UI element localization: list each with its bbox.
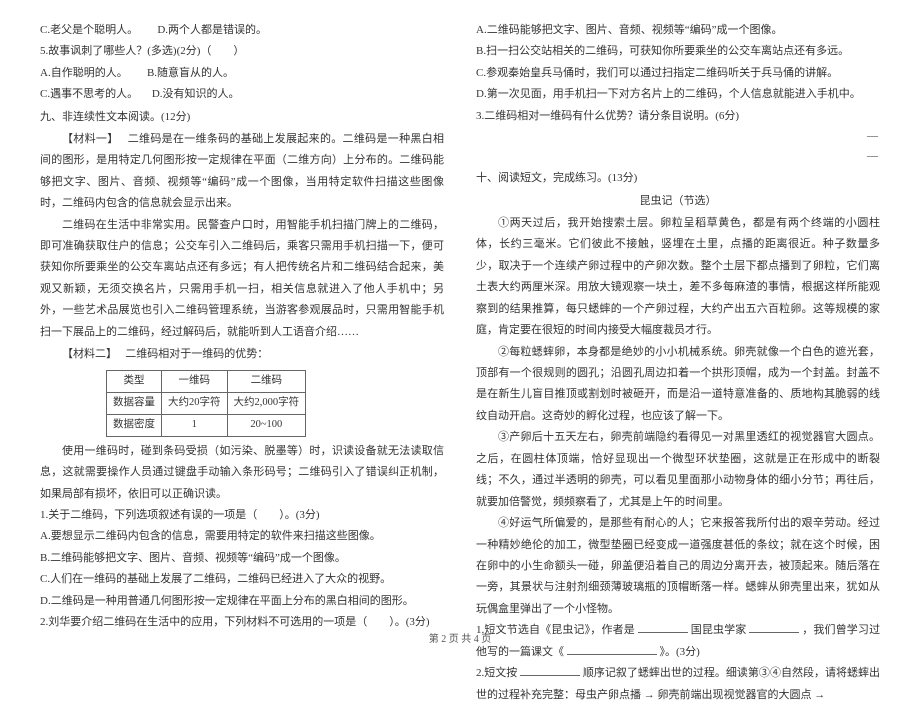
table-row: 数据容量 大约20字符 大约2,000字符 — [107, 393, 306, 415]
section-9-title: 九、非连续性文本阅读。(12分) — [40, 106, 444, 129]
th-1d: 一维码 — [162, 371, 228, 393]
passage-p1: ①两天过后，我开始搜索土层。卵粒呈稻草黄色，都是有两个终端的小圆柱体，长约三毫米… — [476, 213, 880, 342]
answer-line-1: — — [476, 127, 880, 147]
q9-1a: A.要想显示二维码内包含的信息，需要用特定的软件来扫描这些图像。 — [40, 526, 444, 547]
q9-3-stem: 3.二维码相对一维码有什么优势？请分条目说明。(6分) — [476, 106, 880, 127]
td-capacity-2d: 大约2,000字符 — [227, 393, 306, 415]
blank-lesson-title[interactable] — [567, 644, 657, 654]
passage-p2: ②每粒蟋蟀卵，本身都是绝妙的小小机械系统。卵壳就像一个白色的遮光套，顶部有一个很… — [476, 342, 880, 428]
q9-2b: B.扫一扫公交站相关的二维码，可获知你所要乘坐的公交车离站点还有多远。 — [476, 41, 880, 62]
td-density-label: 数据密度 — [107, 414, 162, 436]
q9-1c: C.人们在一维码的基础上发展了二维码，二维码已经进入了大众的视野。 — [40, 569, 444, 590]
right-column: A.二维码能够把文字、图片、音频、视频等“编码”成一个图像。 B.扫一扫公交站相… — [476, 20, 880, 706]
q5-stem: 5.故事讽刺了哪些人？(多选)(2分)（ ） — [40, 41, 444, 62]
q5d: D.没有知识的人。 — [152, 88, 240, 100]
page-footer: 第 2 页 共 4 页 — [0, 630, 920, 645]
left-column: C.老父是个聪明人。 D.两个人都是错误的。 5.故事讽刺了哪些人？(多选)(2… — [40, 20, 444, 706]
material-2-label: 【材料二】 — [62, 348, 117, 360]
q9-2c: C.参观秦始皇兵马俑时，我们可以通过扫指定二维码听关于兵马俑的讲解。 — [476, 63, 880, 84]
material-2-txt: 二维码相对于一维码的优势： — [125, 348, 268, 360]
material-1-p2: 二维码在生活中非常实用。民警查户口时，用智能手机扫描门牌上的二维码，即可准确获取… — [40, 215, 444, 344]
q5-row-ab: A.自作聪明的人。 B.随意盲从的人。 — [40, 63, 444, 84]
q5c: C.遇事不思考的人。 — [40, 88, 138, 100]
th-2d: 二维码 — [227, 371, 306, 393]
td-density-2d: 20~100 — [227, 414, 306, 436]
q10-2: 2.短文按 顺序记叙了蟋蟀出世的过程。细读第③④自然段，请将蟋蟀出世的过程补充完… — [476, 663, 880, 706]
td-density-1d: 1 — [162, 414, 228, 436]
passage-title: 昆虫记（节选） — [476, 190, 880, 213]
q5b: B.随意盲从的人。 — [147, 67, 234, 79]
answer-line-2: — — [476, 147, 880, 167]
q9-1-stem: 1.关于二维码，下列选项叙述有误的一项是（ ）。(3分) — [40, 505, 444, 526]
td-capacity-label: 数据容量 — [107, 393, 162, 415]
blank-order[interactable] — [520, 666, 580, 676]
passage-p3: ③产卵后十五天左右，卵壳前端隐约看得见一对黑里透红的视觉器官大圆点。之后，在圆柱… — [476, 427, 880, 513]
q10-1d: 》。(3分) — [660, 646, 700, 658]
table-row: 数据密度 1 20~100 — [107, 414, 306, 436]
q9-1b: B.二维码能够把文字、图片、音频、视频等“编码”成一个图像。 — [40, 548, 444, 569]
material-1: 【材料一】 二维码是在一维条码的基础上发展起来的。二维码是一种黑白相间的图形，是… — [40, 129, 444, 215]
q4c: C.老父是个聪明人。 — [40, 24, 138, 36]
q9-1d: D.二维码是一种用普通几何图形按一定规律在平面上分布的黑白相间的图形。 — [40, 591, 444, 612]
section-10-title: 十、阅读短文，完成练习。(13分) — [476, 167, 880, 190]
q4-options-cd: C.老父是个聪明人。 D.两个人都是错误的。 — [40, 20, 444, 41]
passage-p4: ④好运气所偏爱的，是那些有耐心的人；它来报答我所付出的艰辛劳动。经过一种精妙绝伦… — [476, 513, 880, 620]
q10-2a: 2.短文按 — [476, 667, 517, 679]
q9-2a: A.二维码能够把文字、图片、音频、视频等“编码”成一个图像。 — [476, 20, 880, 41]
q5a: A.自作聪明的人。 — [40, 67, 128, 79]
q5-row-cd: C.遇事不思考的人。 D.没有知识的人。 — [40, 84, 444, 105]
material-2: 【材料二】 二维码相对于一维码的优势： — [40, 343, 444, 366]
q4d: D.两个人都是错误的。 — [157, 24, 267, 36]
th-type: 类型 — [107, 371, 162, 393]
code-comparison-table: 类型 一维码 二维码 数据容量 大约20字符 大约2,000字符 数据密度 1 … — [106, 370, 306, 436]
td-capacity-1d: 大约20字符 — [162, 393, 228, 415]
material-2-para: 使用一维码时，碰到条码受损（如污染、脱墨等）时，识读设备就无法读取信息，这就需要… — [40, 441, 444, 505]
q9-2d: D.第一次见面，用手机扫一下对方名片上的二维码，个人信息就能进入手机中。 — [476, 84, 880, 105]
table-row: 类型 一维码 二维码 — [107, 371, 306, 393]
material-1-label: 【材料一】 — [62, 133, 119, 145]
